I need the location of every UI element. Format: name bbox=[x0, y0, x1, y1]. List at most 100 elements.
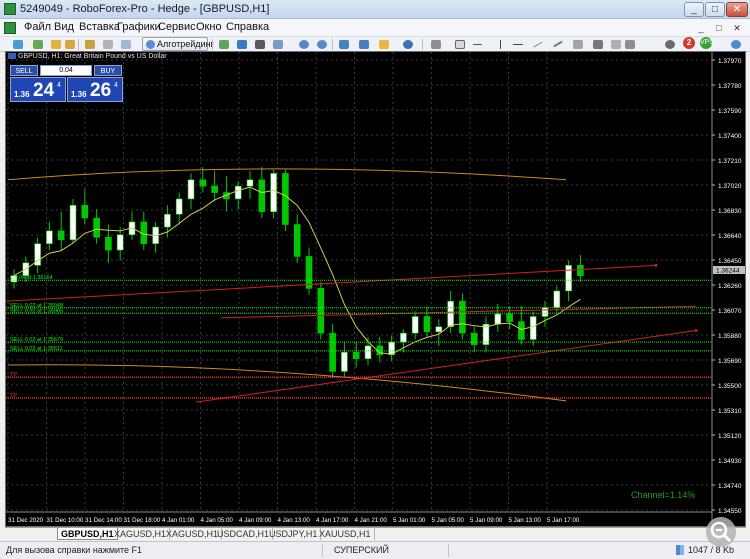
mdi-minimize-button[interactable]: _ bbox=[694, 22, 708, 34]
time-tick-label: 4 Jan 09:00 bbox=[239, 517, 272, 524]
price-tick-label: 1.37020 bbox=[718, 183, 742, 190]
candle-body bbox=[518, 321, 525, 340]
tab-xagusd-h1[interactable]: XAGUSD,H1 bbox=[111, 528, 171, 540]
menu-view[interactable]: Вид bbox=[54, 21, 74, 35]
candle-body bbox=[46, 230, 53, 244]
horizontal-line-icon[interactable] bbox=[510, 37, 525, 51]
navigator-icon[interactable] bbox=[62, 37, 77, 51]
mdi-restore-button[interactable]: □ bbox=[712, 22, 726, 34]
close-button[interactable]: ✕ bbox=[726, 2, 748, 17]
price-tick-label: 1.36640 bbox=[718, 233, 742, 240]
mdi-close-button[interactable]: ✕ bbox=[730, 22, 744, 34]
terminal-window: 5249049 - RoboForex-Pro - Hedge - [GBPUS… bbox=[0, 0, 750, 559]
order-label: L 0.04 at 1.36164 bbox=[10, 275, 53, 281]
text-label-icon[interactable] bbox=[608, 37, 623, 51]
periods-icon[interactable] bbox=[376, 37, 391, 51]
candle-body bbox=[541, 307, 549, 317]
time-tick-label: 4 Jan 05:00 bbox=[201, 517, 234, 524]
tab-usdcad-h1[interactable]: USDCAD,H1 bbox=[214, 528, 274, 540]
chart-shift-icon[interactable] bbox=[336, 37, 351, 51]
menu-tools[interactable]: Сервис bbox=[158, 21, 196, 35]
zoom-in-icon[interactable] bbox=[296, 37, 311, 51]
chart-background bbox=[6, 52, 745, 526]
magnifier-glyph bbox=[710, 521, 732, 543]
bid-price-superscript: 4 bbox=[57, 82, 61, 89]
menu-file[interactable]: Файл bbox=[24, 21, 51, 35]
menu-help[interactable]: Справка bbox=[226, 21, 269, 35]
tab-usdjpy-h1[interactable]: USDJPY,H1 bbox=[266, 528, 322, 540]
order-label: TP bbox=[10, 393, 17, 399]
candle-body bbox=[553, 290, 561, 308]
chart-window[interactable]: 1.37970 1.37780 1.37590 1.37400 1.37210 1.370… bbox=[5, 51, 746, 527]
profiles-icon[interactable] bbox=[30, 37, 45, 51]
tile-icon[interactable] bbox=[252, 37, 267, 51]
maximize-button[interactable]: □ bbox=[705, 2, 725, 17]
line-chart-icon[interactable] bbox=[234, 37, 249, 51]
ask-price-box[interactable]: 1.36 26 4 bbox=[67, 77, 123, 102]
buy-button[interactable]: BUY bbox=[94, 65, 122, 76]
magnifier-icon[interactable] bbox=[706, 517, 736, 547]
status-bar: Для вызова справки нажмите F1 СУПЕРСКИЙ … bbox=[0, 541, 750, 559]
order-label: TP bbox=[10, 372, 17, 378]
indicators-icon[interactable] bbox=[356, 37, 371, 51]
account-icon[interactable] bbox=[728, 37, 743, 51]
time-tick-label: 31 Dec 18:00 bbox=[124, 517, 161, 524]
tab-gbpusd-h1[interactable]: GBPUSD,H1 bbox=[57, 528, 118, 540]
price-tick-label: 1.36830 bbox=[718, 208, 742, 215]
strategy-icon[interactable] bbox=[428, 37, 443, 51]
price-chart[interactable]: 1.37970 1.37780 1.37590 1.37400 1.37210 1.370… bbox=[6, 52, 745, 526]
sell-button[interactable]: SELL bbox=[10, 65, 38, 76]
volume-input[interactable]: 0.04 bbox=[40, 65, 92, 76]
candle-body bbox=[400, 332, 407, 343]
price-tick-label: 1.34740 bbox=[718, 483, 742, 490]
current-price-label: 1.36244 bbox=[716, 267, 740, 274]
profile-name[interactable]: СУПЕРСКИЙ bbox=[334, 545, 389, 555]
time-tick-label: 5 Jan 05:00 bbox=[432, 517, 465, 524]
crosshair-icon[interactable] bbox=[470, 37, 485, 51]
menu-charts[interactable]: Графики bbox=[117, 21, 161, 35]
candle-body bbox=[364, 345, 372, 359]
tab-xauusd-h1[interactable]: XAUUSD,H1 bbox=[316, 528, 375, 540]
text-icon[interactable] bbox=[590, 37, 605, 51]
candle-body bbox=[93, 217, 100, 238]
vps-badge[interactable]: VPS bbox=[700, 37, 714, 49]
strategy-tester-icon[interactable] bbox=[100, 37, 115, 51]
market-watch-icon[interactable] bbox=[48, 37, 63, 51]
candle-body bbox=[105, 236, 112, 251]
zoom-out-icon[interactable] bbox=[314, 37, 329, 51]
menu-bar: Файл Вид Вставка Графики Сервис Окно Спр… bbox=[0, 19, 750, 37]
cursor-icon[interactable] bbox=[452, 37, 467, 51]
candle-body bbox=[69, 205, 77, 241]
candle-body bbox=[329, 332, 336, 372]
fibo-icon[interactable] bbox=[570, 37, 585, 51]
menu-insert[interactable]: Вставка bbox=[79, 21, 120, 35]
vertical-line-icon[interactable] bbox=[492, 37, 507, 51]
bar-chart-icon[interactable] bbox=[118, 37, 133, 51]
symbol-header: GBPUSD, H1: Great Britain Pound vs US Do… bbox=[8, 53, 167, 60]
time-tick-label: 4 Jan 21:00 bbox=[355, 517, 388, 524]
price-tick-label: 1.35310 bbox=[718, 408, 742, 415]
trendline-icon[interactable] bbox=[530, 37, 545, 51]
bid-price-box[interactable]: 1.36 24 4 bbox=[10, 77, 66, 102]
window-title: 5249049 - RoboForex-Pro - Hedge - [GBPUS… bbox=[20, 3, 270, 15]
minimize-button[interactable]: _ bbox=[684, 2, 704, 17]
time-tick-label: 5 Jan 17:00 bbox=[547, 517, 580, 524]
arrows-icon[interactable] bbox=[622, 37, 637, 51]
price-tick-label: 1.35690 bbox=[718, 358, 742, 365]
templates-icon[interactable] bbox=[400, 37, 415, 51]
new-chart-icon[interactable] bbox=[10, 37, 25, 51]
price-tick-label: 1.37970 bbox=[718, 58, 742, 65]
algo-trading-button[interactable]: Алготрейдинг bbox=[142, 37, 214, 51]
candle-body bbox=[175, 198, 183, 215]
equidistant-channel-icon[interactable] bbox=[550, 37, 565, 51]
candle-chart-icon[interactable] bbox=[216, 37, 231, 51]
price-tick-label: 1.35500 bbox=[718, 383, 742, 390]
notifications-badge[interactable]: 2 bbox=[683, 37, 695, 49]
terminal-icon[interactable] bbox=[82, 37, 97, 51]
autoscroll-icon[interactable] bbox=[270, 37, 285, 51]
candle-body bbox=[258, 179, 266, 213]
price-tick-label: 1.37210 bbox=[718, 158, 742, 165]
candle-body bbox=[116, 234, 124, 251]
menu-window[interactable]: Окно bbox=[196, 21, 222, 35]
search-icon[interactable] bbox=[662, 37, 677, 51]
